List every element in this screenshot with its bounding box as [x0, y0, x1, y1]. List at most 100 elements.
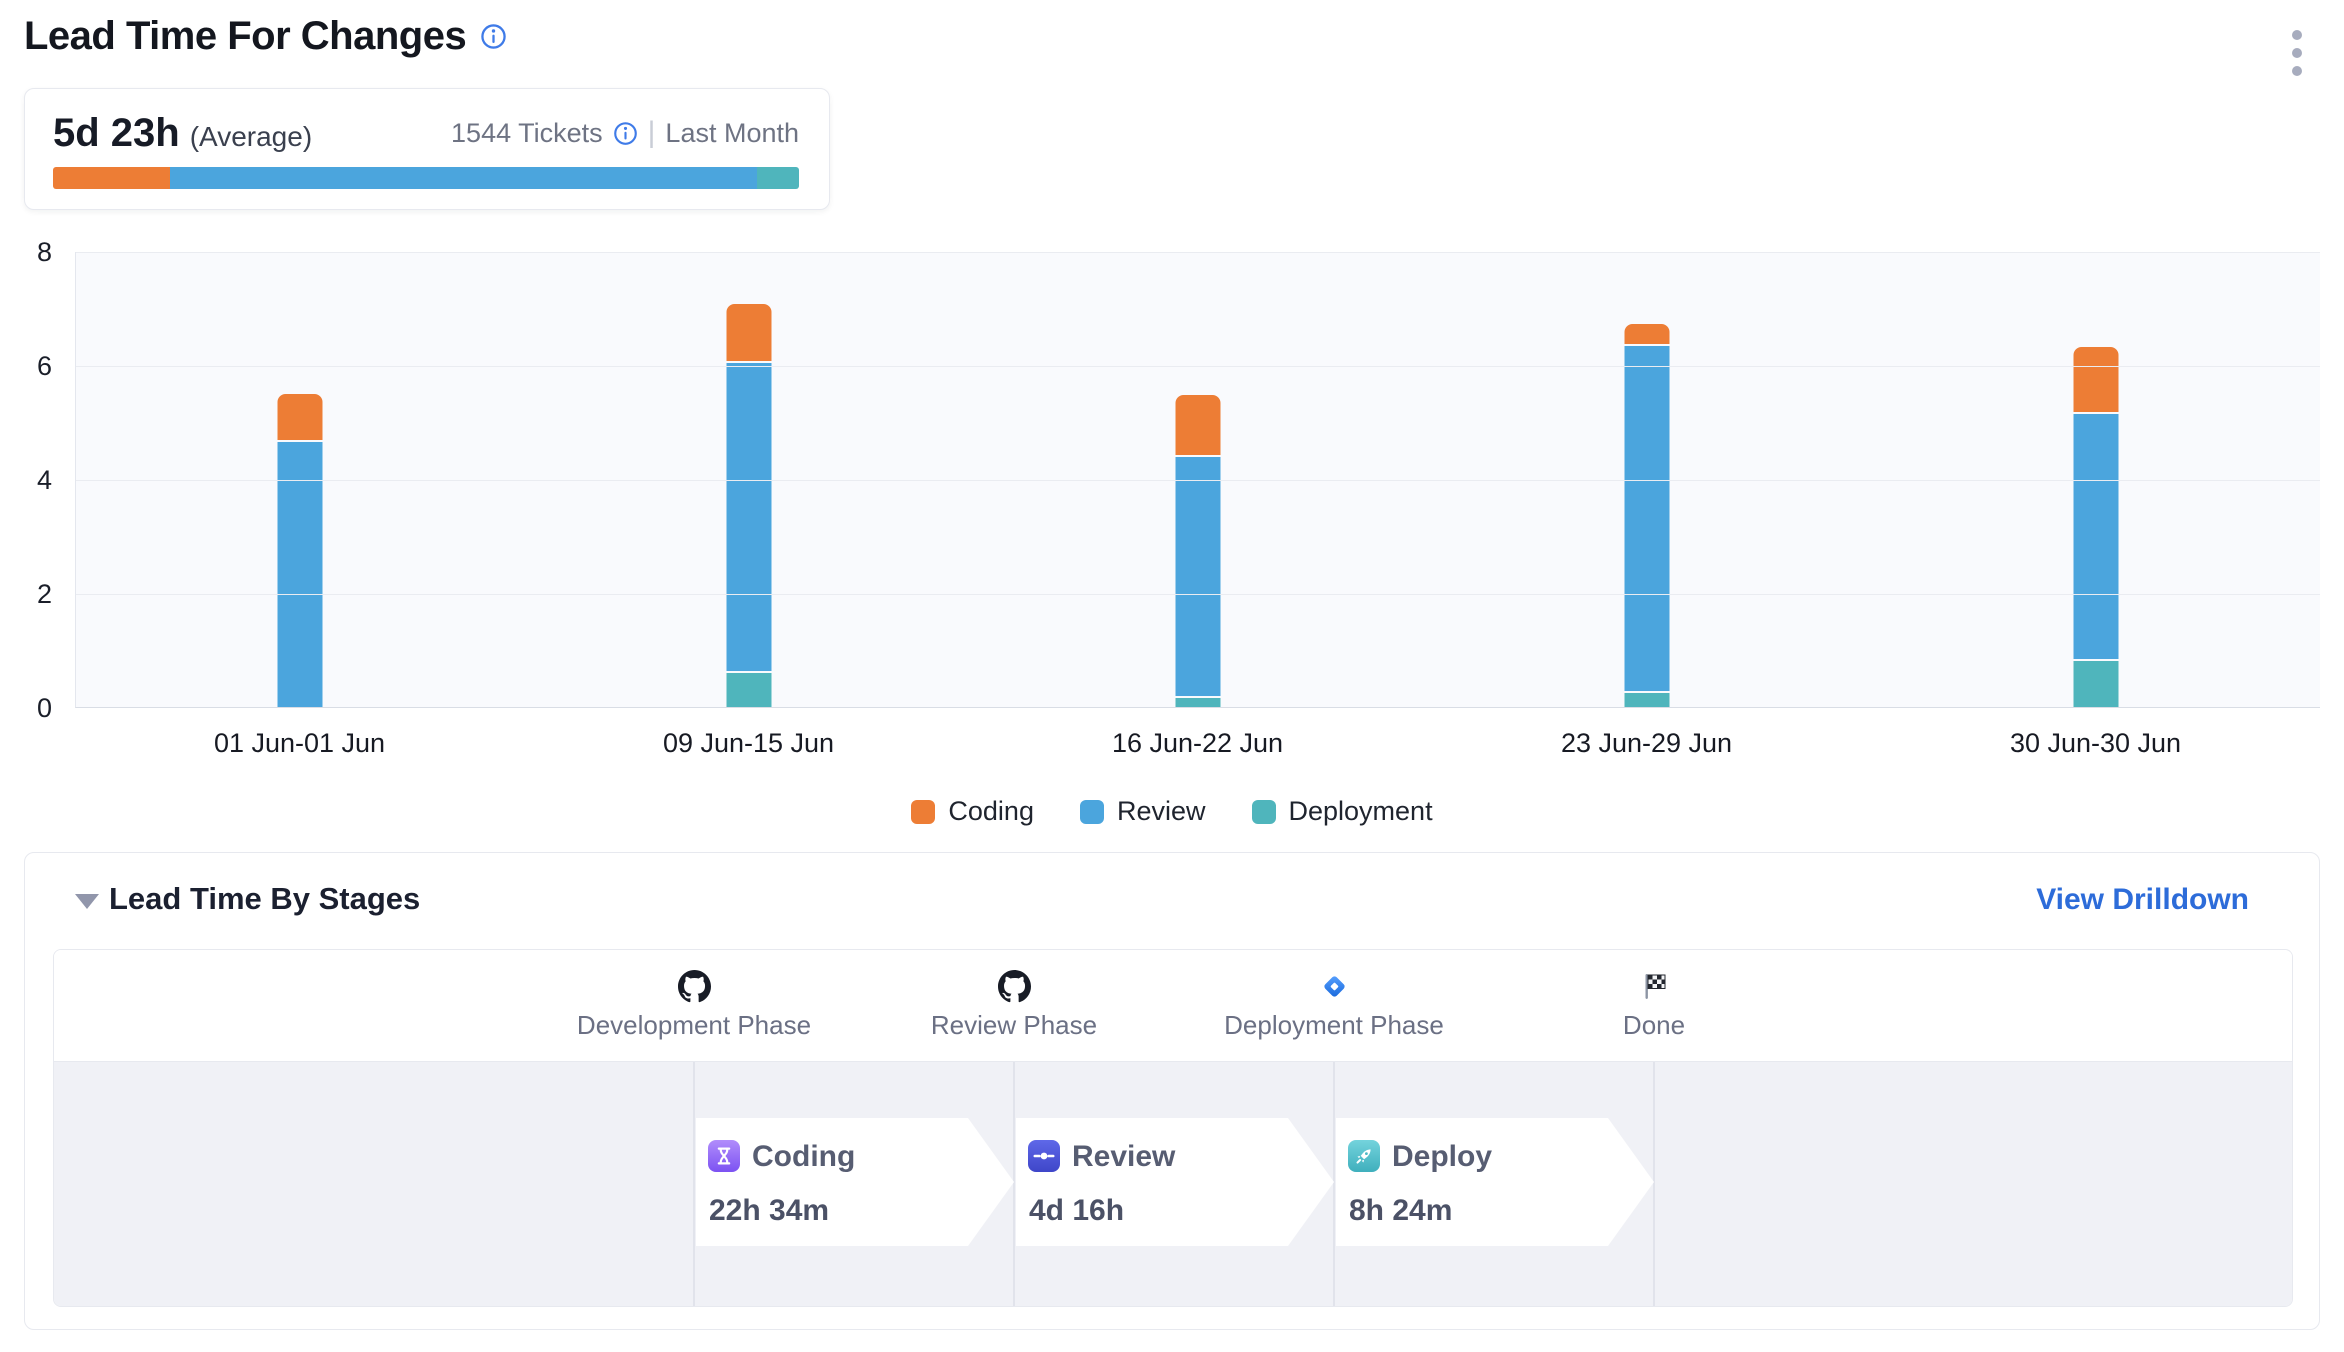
page-title: Lead Time For Changes: [24, 14, 466, 59]
summary-progress-bar: [53, 167, 799, 189]
milestone-deployment-phase: Deployment Phase: [1174, 950, 1494, 1041]
kebab-menu-icon[interactable]: [2286, 30, 2308, 76]
x-tick-label: 30 Jun-30 Jun: [1871, 728, 2320, 759]
average-value: 5d 23h: [53, 111, 180, 156]
stacked-bar-2[interactable]: [727, 304, 772, 707]
y-tick-label: 4: [0, 464, 52, 496]
stage-duration: 4d 16h: [1029, 1194, 1124, 1228]
y-tick-label: 2: [0, 578, 52, 610]
gridline-y8: [76, 252, 2320, 253]
gridline-y6: [76, 366, 2320, 367]
gridline-y2: [76, 594, 2320, 595]
bar-segment-review[interactable]: [727, 363, 772, 671]
period-label: Last Month: [665, 118, 799, 149]
bar-segment-deployment[interactable]: [727, 673, 772, 707]
bar-segment-deployment[interactable]: [2073, 661, 2118, 707]
page-header: Lead Time For Changes: [24, 14, 507, 59]
github-icon: [854, 970, 1174, 1004]
chart-x-axis: 01 Jun-01 Jun09 Jun-15 Jun16 Jun-22 Jun2…: [75, 728, 2320, 759]
bar-segment-coding[interactable]: [2073, 347, 2118, 413]
chart-legend: Coding Review Deployment: [0, 796, 2344, 827]
legend-swatch-review: [1080, 800, 1104, 824]
github-icon: [534, 970, 854, 1004]
stages-panel-title: Lead Time By Stages: [109, 881, 420, 917]
git-commit-icon: [1028, 1140, 1060, 1172]
x-tick-label: 16 Jun-22 Jun: [973, 728, 1422, 759]
stage-duration: 22h 34m: [709, 1194, 829, 1228]
summary-average: 5d 23h (Average): [53, 111, 312, 156]
bar-segment-review[interactable]: [2073, 414, 2118, 659]
bar-segment-deployment[interactable]: [1175, 698, 1220, 707]
stage-duration: 8h 24m: [1349, 1194, 1452, 1228]
lead-time-page: Lead Time For Changes 5d 23h (Average) 1…: [0, 0, 2344, 1352]
milestone-label: Review Phase: [854, 1010, 1174, 1041]
y-tick-label: 6: [0, 350, 52, 382]
legend-swatch-deployment: [1252, 800, 1276, 824]
milestone-label: Deployment Phase: [1174, 1010, 1494, 1041]
stage-name: Deploy: [1392, 1140, 1492, 1174]
average-label: (Average): [190, 121, 312, 153]
x-tick-label: 01 Jun-01 Jun: [75, 728, 524, 759]
bar-segment-review[interactable]: [1624, 346, 1669, 691]
stacked-bar-5[interactable]: [2073, 347, 2118, 707]
milestone-review-phase: Review Phase: [854, 950, 1174, 1041]
bar-segment-coding[interactable]: [1624, 324, 1669, 344]
milestone-development-phase: Development Phase: [534, 950, 854, 1041]
tickets-count: 1544 Tickets: [451, 118, 603, 149]
info-icon[interactable]: [480, 23, 507, 50]
summary-bar-segment-coding: [53, 167, 170, 189]
stacked-bar-3[interactable]: [1175, 395, 1220, 707]
stage-name: Coding: [752, 1140, 855, 1174]
chart-plot: [75, 252, 2320, 708]
lead-time-chart: 02468 01 Jun-01 Jun09 Jun-15 Jun16 Jun-2…: [0, 252, 2344, 852]
legend-item-deployment[interactable]: Deployment: [1252, 796, 1433, 827]
stages-body: Coding 22h 34m Review 4d 16h Deploy 8h 24m: [54, 1062, 2292, 1307]
x-tick-label: 09 Jun-15 Jun: [524, 728, 973, 759]
jira-icon: [1174, 970, 1494, 1004]
tickets-info-icon[interactable]: [613, 121, 638, 146]
stages-panel: Lead Time By Stages View Drilldown Devel…: [24, 852, 2320, 1330]
summary-meta: 1544 Tickets | Last Month: [451, 116, 799, 150]
legend-label: Coding: [948, 796, 1034, 827]
view-drilldown-link[interactable]: View Drilldown: [2036, 883, 2249, 917]
y-tick-label: 8: [0, 236, 52, 268]
rocket-icon: [1348, 1140, 1380, 1172]
bar-segment-review[interactable]: [1175, 457, 1220, 696]
x-tick-label: 23 Jun-29 Jun: [1422, 728, 1871, 759]
bar-segment-review[interactable]: [278, 442, 323, 707]
summary-top-row: 5d 23h (Average) 1544 Tickets | Last Mon…: [53, 111, 799, 155]
legend-label: Deployment: [1289, 796, 1433, 827]
hourglass-icon: [708, 1140, 740, 1172]
stacked-bar-4[interactable]: [1624, 324, 1669, 707]
stages-grid: Development PhaseReview PhaseDeployment …: [53, 949, 2293, 1307]
stage-column-divider: [1333, 1062, 1335, 1307]
stage-column-divider: [693, 1062, 695, 1307]
meta-divider: |: [648, 116, 656, 150]
legend-item-review[interactable]: Review: [1080, 796, 1206, 827]
stage-card-deploy[interactable]: Deploy 8h 24m: [1336, 1118, 1654, 1246]
milestone-done: Done: [1494, 950, 1814, 1041]
bar-segment-deployment[interactable]: [1624, 693, 1669, 707]
milestone-label: Done: [1494, 1010, 1814, 1041]
bar-segment-coding[interactable]: [278, 394, 323, 440]
stage-card-review[interactable]: Review 4d 16h: [1016, 1118, 1334, 1246]
legend-swatch-coding: [911, 800, 935, 824]
finish-flag-icon: [1494, 970, 1814, 1004]
summary-card: 5d 23h (Average) 1544 Tickets | Last Mon…: [24, 88, 830, 210]
summary-bar-segment-review: [170, 167, 757, 189]
milestone-label: Development Phase: [534, 1010, 854, 1041]
collapse-caret-icon[interactable]: [75, 894, 99, 909]
y-tick-label: 0: [0, 692, 52, 724]
summary-bar-segment-deployment: [757, 167, 799, 189]
milestones-header: Development PhaseReview PhaseDeployment …: [54, 950, 2292, 1062]
gridline-y4: [76, 480, 2320, 481]
stage-card-coding[interactable]: Coding 22h 34m: [696, 1118, 1014, 1246]
stage-column-divider: [1013, 1062, 1015, 1307]
bar-segment-coding[interactable]: [1175, 395, 1220, 455]
legend-label: Review: [1117, 796, 1206, 827]
stacked-bar-1[interactable]: [278, 394, 323, 707]
stage-column-divider: [1653, 1062, 1655, 1307]
legend-item-coding[interactable]: Coding: [911, 796, 1034, 827]
bar-segment-coding[interactable]: [727, 304, 772, 361]
stage-name: Review: [1072, 1140, 1175, 1174]
